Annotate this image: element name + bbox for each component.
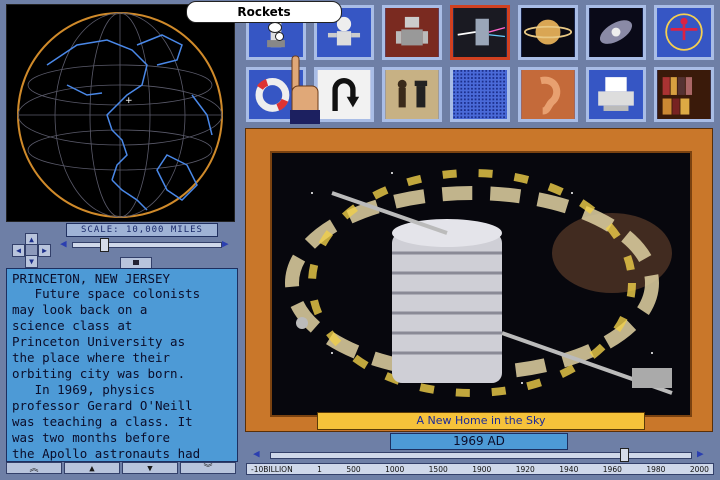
picture-frame	[245, 128, 713, 432]
tile-bookshelf[interactable]	[654, 67, 714, 122]
timeline-slider-thumb[interactable]	[620, 448, 630, 462]
tile-u-turn[interactable]	[314, 67, 374, 122]
tile-ear[interactable]	[518, 67, 578, 122]
saturn-icon	[521, 8, 575, 57]
space-colony-illustration	[272, 153, 690, 415]
timeline-scale[interactable]: -10BILLION 1 500 1000 1500 1900 1920 194…	[246, 463, 714, 475]
arrow-down-icon: ▼	[29, 257, 34, 266]
timeline-tick: 2000	[689, 464, 709, 474]
zoom-slider-thumb[interactable]	[100, 238, 109, 252]
zoom-out-arrow-icon[interactable]: ◀	[60, 238, 67, 250]
timeline-forward-arrow-icon[interactable]: ▶	[697, 448, 704, 460]
arrow-right-icon: ▶	[42, 246, 47, 255]
tile-printer[interactable]	[586, 67, 646, 122]
tooltip-bubble-dot	[268, 22, 282, 33]
tile-saturn[interactable]	[518, 5, 578, 60]
pointing-hand-cursor-icon	[290, 55, 320, 124]
arrow-left-icon: ◀	[16, 246, 21, 255]
timeline-tick: 1940	[559, 464, 579, 474]
globe-left-button[interactable]: ◀	[12, 244, 25, 257]
line-down-button[interactable]: ▼	[122, 462, 178, 474]
globe-down-button[interactable]: ▼	[25, 255, 38, 268]
ear-icon	[521, 70, 575, 119]
timeline-tick: 1000	[385, 464, 405, 474]
article-location: PRINCETON, NEW JERSEY	[12, 271, 171, 286]
zoom-in-arrow-icon[interactable]: ▶	[222, 238, 229, 250]
globe-right-button[interactable]: ▶	[38, 244, 51, 257]
picture-caption: A New Home in the Sky	[317, 412, 645, 430]
tile-grid[interactable]	[450, 67, 510, 122]
timeline-tick: 1	[317, 464, 322, 474]
timeline-tick: 500	[346, 464, 361, 474]
svg-text:+: +	[125, 96, 133, 106]
grid-icon	[453, 70, 507, 119]
zoom-slider-track[interactable]	[72, 242, 222, 248]
article-scroll-bar: ︽ ▲ ▼ ︾	[6, 462, 236, 474]
article-body: Future space colonists may look back on …	[12, 286, 201, 461]
globe-icon: +	[17, 12, 223, 218]
article-panel[interactable]: PRINCETON, NEW JERSEY Future space colon…	[6, 268, 238, 462]
arrow-up-icon: ▲	[29, 235, 34, 244]
bookshelf-icon	[657, 70, 711, 119]
tile-prism[interactable]	[450, 5, 510, 60]
page-up-button[interactable]: ︽	[6, 462, 62, 474]
tooltip-bubble-dot	[275, 32, 284, 41]
u-turn-icon	[317, 70, 371, 119]
line-up-button[interactable]: ▲	[64, 462, 120, 474]
timeline-tick: 1980	[646, 464, 666, 474]
galaxy-icon	[589, 8, 643, 57]
space-colony-image[interactable]	[270, 151, 692, 417]
printer-icon	[589, 70, 643, 119]
globe-map[interactable]: +	[6, 4, 235, 222]
human-figure-icon	[657, 8, 711, 57]
timeline-date: 1969 AD	[390, 433, 568, 450]
tile-robot[interactable]	[382, 5, 442, 60]
robot-icon	[385, 8, 439, 57]
timeline-tick: 1920	[515, 464, 535, 474]
tile-human-figure[interactable]	[654, 5, 714, 60]
chess-icon	[385, 70, 439, 119]
tooltip: Rockets	[186, 1, 342, 23]
prism-icon	[453, 8, 507, 57]
tile-chess[interactable]	[382, 67, 442, 122]
page-down-button[interactable]: ︾	[180, 462, 236, 474]
square-icon	[133, 260, 139, 265]
globe-scale-label: SCALE: 10,000 MILES	[66, 223, 218, 237]
timeline-tick: 1500	[428, 464, 448, 474]
timeline-tick: -10BILLION	[251, 464, 293, 474]
timeline-tick: 1960	[602, 464, 622, 474]
timeline-back-arrow-icon[interactable]: ◀	[253, 448, 260, 460]
timeline-tick: 1900	[472, 464, 492, 474]
tile-galaxy[interactable]	[586, 5, 646, 60]
